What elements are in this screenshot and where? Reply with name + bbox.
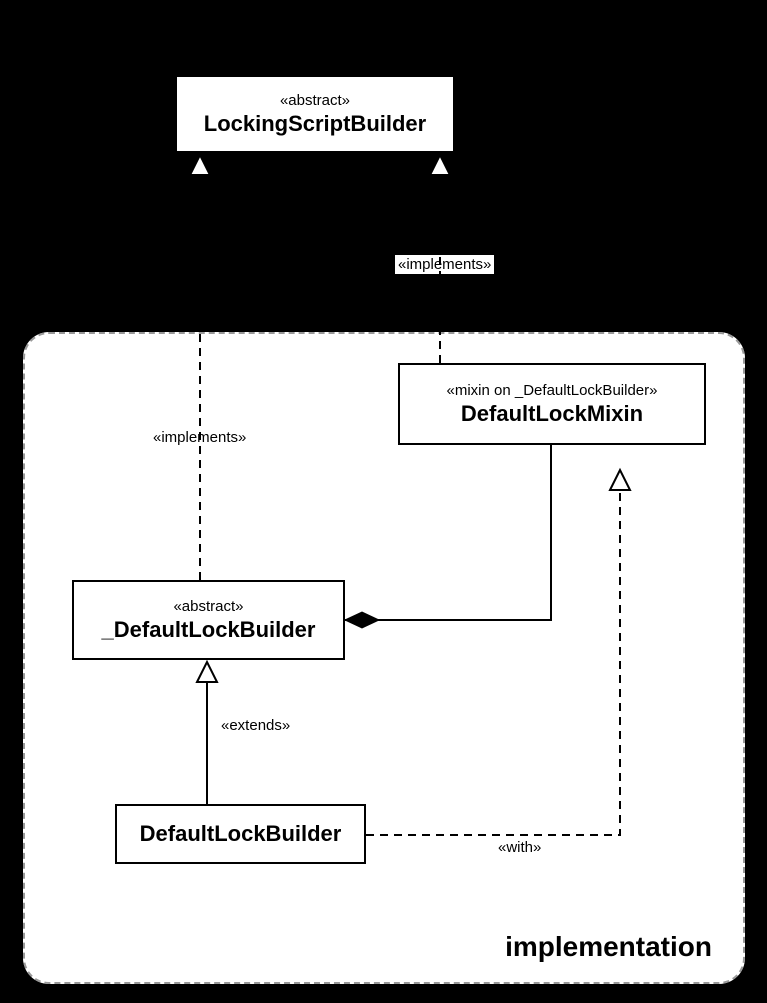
class-default-lock-builder-abstract: «abstract» _DefaultLockBuilder xyxy=(72,580,345,660)
label-implements-top: «implements» xyxy=(395,255,494,274)
stereotype-label: «abstract» xyxy=(173,598,243,615)
class-default-lock-mixin: «mixin on _DefaultLockBuilder» DefaultLo… xyxy=(398,363,706,445)
class-name: _DefaultLockBuilder xyxy=(102,617,316,643)
class-locking-script-builder: «abstract» LockingScriptBuilder xyxy=(175,75,455,153)
class-name: DefaultLockMixin xyxy=(461,401,643,427)
class-name: DefaultLockBuilder xyxy=(140,821,342,847)
class-default-lock-builder: DefaultLockBuilder xyxy=(115,804,366,864)
label-with: «with» xyxy=(495,838,544,857)
class-name: LockingScriptBuilder xyxy=(204,111,426,137)
label-extends: «extends» xyxy=(218,716,293,735)
stereotype-label: «abstract» xyxy=(280,92,350,109)
stereotype-label: «mixin on _DefaultLockBuilder» xyxy=(447,382,658,399)
label-implements-left: «implements» xyxy=(150,428,249,447)
uml-diagram: «abstract» LockingScriptBuilder «mixin o… xyxy=(0,0,767,1003)
package-label: implementation xyxy=(505,931,712,963)
